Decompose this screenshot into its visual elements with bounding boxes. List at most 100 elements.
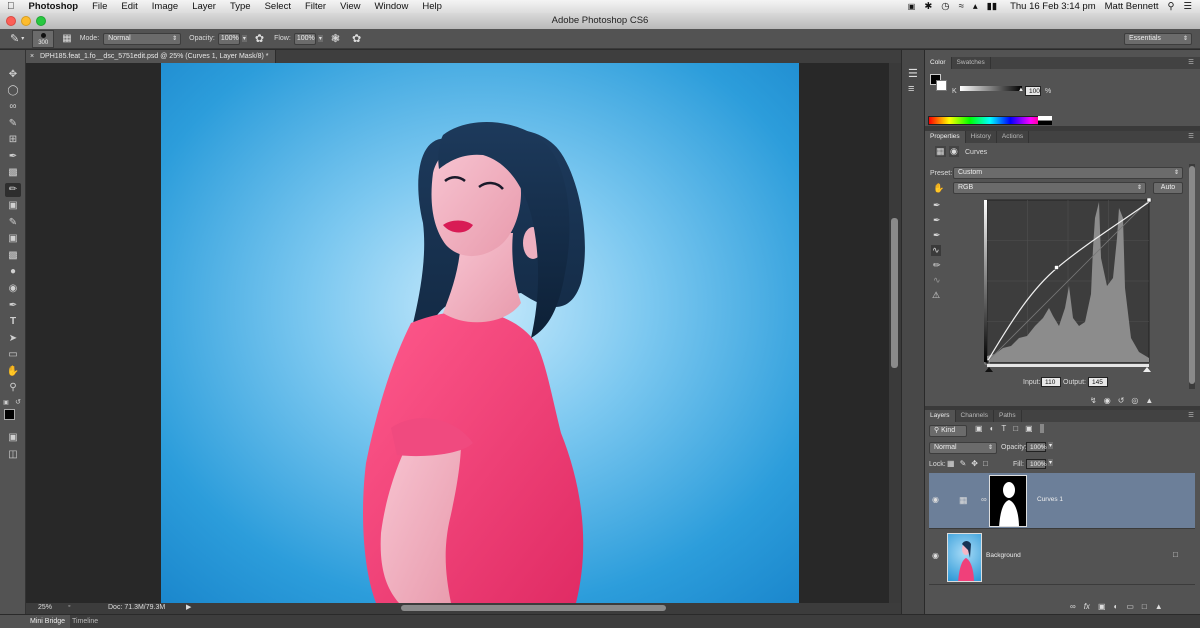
vertical-scroll-thumb[interactable]: [891, 218, 898, 368]
airbrush-icon[interactable]: ❃: [331, 32, 340, 45]
white-point-eyedropper-icon[interactable]: ✒: [933, 230, 941, 241]
search-icon[interactable]: ⚲: [1168, 1, 1175, 12]
preset-caret-icon[interactable]: ▾: [21, 35, 24, 42]
fill-field[interactable]: 100%: [1026, 459, 1047, 469]
lock-position-icon[interactable]: ✥: [971, 459, 978, 468]
layer-row-background[interactable]: ◉ Background □: [929, 529, 1195, 585]
workspace-select[interactable]: Essentials ⇕: [1124, 32, 1192, 45]
history-brush-tool-icon[interactable]: ✎: [5, 216, 21, 230]
panel-menu-icon[interactable]: ☰: [1188, 410, 1200, 422]
on-image-adjust-icon[interactable]: ✋: [933, 183, 944, 194]
shape-tool-icon[interactable]: ▭: [5, 348, 21, 362]
visibility-eye-icon[interactable]: ◉: [932, 551, 939, 560]
tab-channels[interactable]: Channels: [956, 410, 994, 422]
minimize-window-button[interactable]: [21, 16, 31, 26]
lock-all-icon[interactable]: □: [983, 459, 988, 468]
add-mask-icon[interactable]: ▣: [1098, 602, 1106, 614]
channel-select[interactable]: RGB ⇕: [953, 182, 1146, 194]
filter-pixel-icon[interactable]: ▣: [975, 424, 983, 433]
properties-scroll-thumb[interactable]: [1189, 166, 1195, 384]
flow-chevron-icon[interactable]: ▾: [317, 35, 323, 42]
menu-file[interactable]: File: [85, 1, 114, 12]
type-tool-icon[interactable]: T: [5, 315, 21, 329]
link-layers-icon[interactable]: ∞: [1070, 602, 1076, 614]
apple-icon[interactable]: : [0, 1, 22, 12]
tab-layers[interactable]: Layers: [925, 410, 956, 422]
color-ramp[interactable]: [928, 116, 1052, 125]
filter-adjustment-icon[interactable]: ◐: [990, 424, 995, 433]
menubar-clock[interactable]: Thu 16 Feb 3:14 pm: [1010, 1, 1096, 12]
eraser-tool-icon[interactable]: ▣: [5, 232, 21, 246]
preset-select[interactable]: Custom ⇕: [953, 167, 1183, 179]
slider-thumb-icon[interactable]: ▲: [1018, 87, 1024, 93]
bg-color-chip[interactable]: [936, 80, 947, 91]
menu-edit[interactable]: Edit: [114, 1, 144, 12]
layer-opacity-field[interactable]: 100%: [1026, 442, 1047, 452]
menu-view[interactable]: View: [333, 1, 367, 12]
screen-mode-icon[interactable]: ◫: [5, 448, 21, 462]
swap-colors-icon[interactable]: ↺: [14, 396, 22, 410]
menu-filter[interactable]: Filter: [298, 1, 333, 12]
new-layer-icon[interactable]: □: [1142, 602, 1147, 614]
zoom-tool-icon[interactable]: ⚲: [5, 381, 21, 395]
opacity-field[interactable]: 100%: [217, 32, 240, 45]
black-point-eyedropper-icon[interactable]: ✒: [933, 200, 941, 211]
close-window-button[interactable]: [6, 16, 16, 26]
lock-pixels-icon[interactable]: ✎: [960, 459, 967, 468]
brush-tool-preset-icon[interactable]: ✎: [10, 32, 19, 45]
brush-tool-icon[interactable]: ✏: [5, 183, 21, 197]
quick-mask-icon[interactable]: ▣: [5, 431, 21, 445]
menu-window[interactable]: Window: [368, 1, 416, 12]
battery-icon[interactable]: ▮▮: [987, 1, 997, 12]
menu-type[interactable]: Type: [223, 1, 258, 12]
visibility-eye-icon[interactable]: ◉: [932, 495, 939, 504]
black-input-slider[interactable]: [985, 367, 993, 372]
k-value-field[interactable]: 100: [1025, 86, 1041, 96]
delete-layer-icon[interactable]: ▲: [1155, 602, 1163, 614]
layer-style-icon[interactable]: fx: [1084, 602, 1090, 614]
timemachine-icon[interactable]: ◷: [941, 1, 949, 12]
blend-mode-select[interactable]: Normal ⇕: [929, 442, 997, 454]
gradient-tool-icon[interactable]: ▩: [5, 249, 21, 263]
mask-link-icon[interactable]: ∞: [981, 495, 987, 504]
crop-tool-icon[interactable]: ⊞: [5, 133, 21, 147]
hand-tool-icon[interactable]: ✋: [5, 365, 21, 379]
history-panel-icon[interactable]: ☰: [908, 67, 918, 80]
horizontal-scroll-thumb[interactable]: [401, 605, 666, 611]
new-group-icon[interactable]: ▭: [1126, 602, 1134, 614]
blur-tool-icon[interactable]: ●: [5, 265, 21, 279]
auto-button[interactable]: Auto: [1153, 182, 1183, 194]
menu-app-name[interactable]: Photoshop: [22, 1, 86, 12]
layer-filter-select[interactable]: ⚲ Kind: [929, 425, 967, 437]
output-value-field[interactable]: 145: [1088, 377, 1108, 387]
pencil-curve-icon[interactable]: ✏: [933, 260, 941, 271]
tab-timeline[interactable]: Timeline: [72, 615, 98, 628]
layer-row-curves[interactable]: ◉ ▦ ∞ Curves 1: [929, 473, 1195, 529]
layer-opacity-chevron-icon[interactable]: ▾: [1048, 442, 1054, 449]
background-layer-thumbnail[interactable]: [947, 533, 982, 582]
gray-point-eyedropper-icon[interactable]: ✒: [933, 215, 941, 226]
document-tab[interactable]: × DPH185.feat_1.fo__dsc_5751edit.psd @ 2…: [26, 50, 276, 63]
new-adjustment-icon[interactable]: ◐: [1114, 602, 1119, 614]
input-value-field[interactable]: 110: [1041, 377, 1061, 387]
menu-layer[interactable]: Layer: [185, 1, 223, 12]
quick-select-tool-icon[interactable]: ✎: [5, 117, 21, 131]
filter-smart-icon[interactable]: ▣: [1025, 424, 1033, 433]
volume-icon[interactable]: ▴: [973, 1, 978, 12]
move-tool-icon[interactable]: ✥: [5, 68, 21, 82]
tab-properties[interactable]: Properties: [925, 131, 966, 143]
mode-select[interactable]: Normal ⇕: [103, 32, 182, 45]
status-icon[interactable]: ▣: [908, 2, 916, 11]
photo-canvas[interactable]: [161, 63, 799, 603]
pressure-size-icon[interactable]: ✿: [352, 32, 361, 45]
tab-paths[interactable]: Paths: [994, 410, 1022, 422]
tab-history[interactable]: History: [966, 131, 997, 143]
tab-swatches[interactable]: Swatches: [952, 57, 991, 69]
pen-tool-icon[interactable]: ✒: [5, 299, 21, 313]
default-colors-icon[interactable]: ▣: [2, 396, 10, 410]
dodge-tool-icon[interactable]: ◉: [5, 282, 21, 296]
healing-tool-icon[interactable]: ▩: [5, 166, 21, 180]
wifi-icon[interactable]: ≈: [959, 1, 964, 12]
list-icon[interactable]: ☰: [1183, 1, 1192, 12]
tab-color[interactable]: Color: [925, 57, 952, 69]
